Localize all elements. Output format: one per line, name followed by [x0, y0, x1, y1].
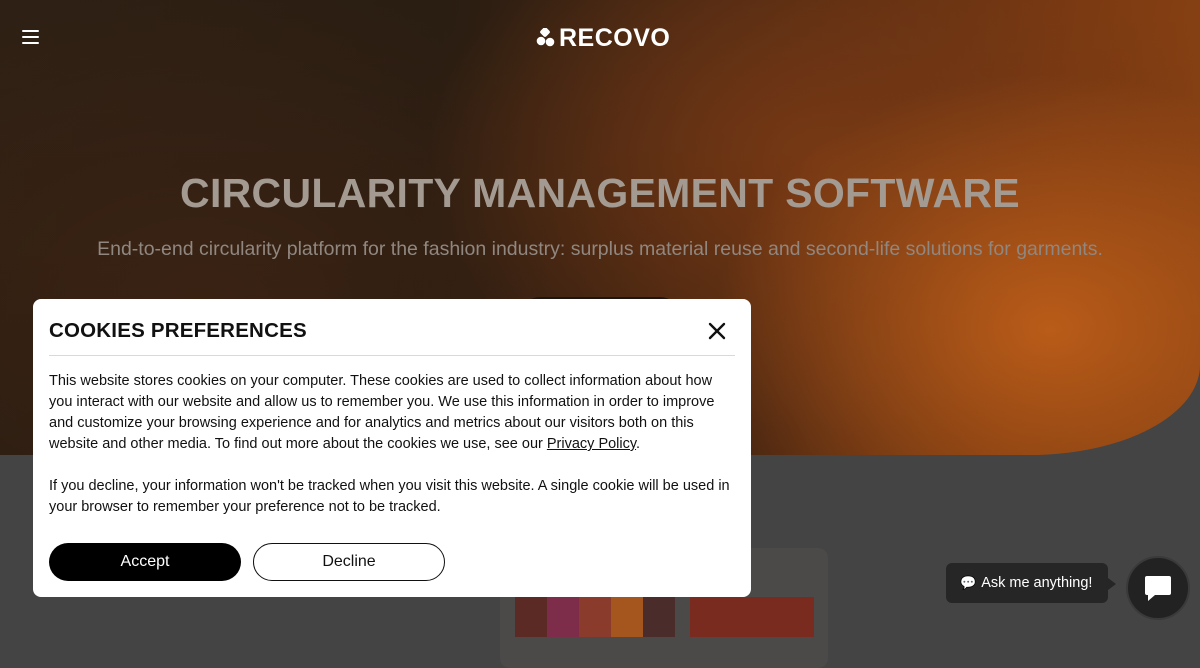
recovo-logo-icon — [536, 28, 555, 47]
hero-subtitle: End-to-end circularity platform for the … — [97, 238, 1103, 260]
cookie-decline-note: If you decline, your information won't b… — [49, 478, 730, 515]
chat-prompt-text: Ask me anything! — [981, 575, 1093, 591]
cookie-dialog-title: COOKIES PREFERENCES — [49, 319, 307, 342]
chat-icon — [1145, 576, 1171, 601]
brand-name: RECOVO — [559, 24, 671, 52]
chat-bubble-pointer — [1108, 578, 1116, 590]
dialog-divider — [49, 355, 735, 356]
fabric-swatch — [690, 597, 814, 637]
brand-logo[interactable]: RECOVO — [536, 24, 670, 52]
hamburger-menu-icon[interactable] — [22, 30, 39, 44]
privacy-policy-link[interactable]: Privacy Policy — [547, 436, 636, 452]
speech-bubble-icon: 💬 — [960, 575, 977, 590]
close-icon[interactable] — [707, 321, 727, 341]
cookie-description-period: . — [636, 436, 641, 452]
fabric-swatches — [515, 597, 675, 637]
cookie-description: This website stores cookies on your comp… — [49, 371, 739, 455]
chat-prompt-bubble[interactable]: 💬 Ask me anything! — [946, 563, 1108, 603]
top-navigation: RECOVO — [0, 0, 1200, 75]
chat-launcher-button[interactable] — [1126, 556, 1190, 620]
decline-button[interactable]: Decline — [253, 543, 445, 581]
accept-button[interactable]: Accept — [49, 543, 241, 581]
cookie-preferences-dialog: COOKIES PREFERENCES This website stores … — [33, 299, 751, 597]
hero-title: CIRCULARITY MANAGEMENT SOFTWARE — [180, 170, 1020, 216]
